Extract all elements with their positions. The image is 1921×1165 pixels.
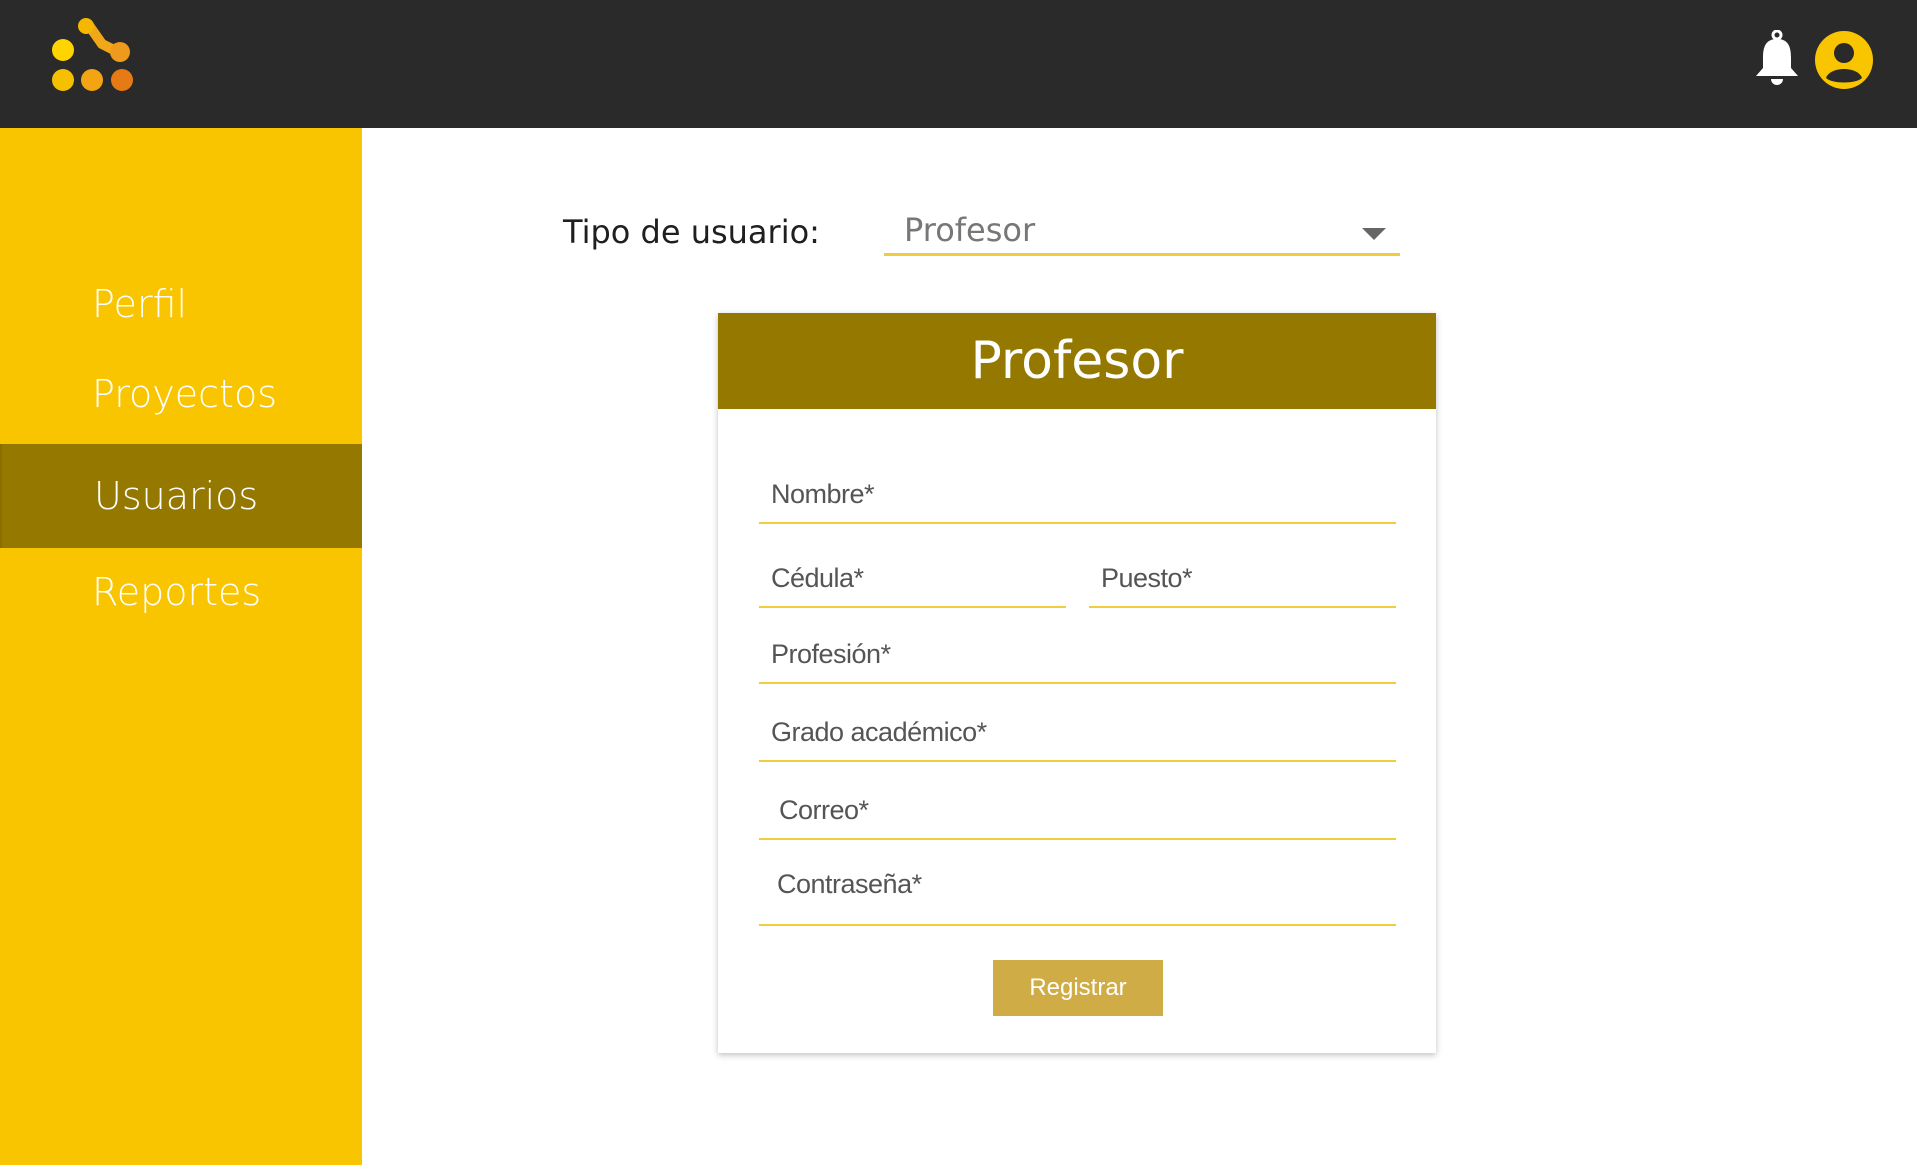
sidebar-item-label: Reportes (92, 570, 262, 614)
puesto-label: Puesto* (1101, 563, 1193, 593)
sidebar-item-reportes[interactable]: Reportes (0, 540, 362, 644)
bell-icon[interactable] (1752, 30, 1802, 86)
sidebar-item-proyectos[interactable]: Proyectos (0, 342, 362, 446)
app-logo-icon[interactable] (50, 18, 142, 106)
top-header (0, 0, 1917, 128)
user-circle-icon[interactable] (1814, 30, 1874, 90)
sidebar-item-perfil[interactable]: Perfil (0, 252, 362, 356)
app-root: Perfil Proyectos Usuarios Reportes Tipo … (0, 0, 1921, 1165)
register-button[interactable]: Registrar (993, 960, 1163, 1016)
grado-academico-label: Grado académico* (771, 717, 987, 747)
profesion-field[interactable]: Profesión* (759, 624, 1396, 684)
sidebar-item-usuarios[interactable]: Usuarios (0, 444, 362, 548)
form-title: Profesor (718, 313, 1436, 409)
user-type-selected-value: Profesor (904, 211, 1036, 249)
cedula-field[interactable]: Cédula* (759, 548, 1066, 608)
contrasena-field[interactable]: Contraseña* (759, 848, 1396, 926)
sidebar-item-label: Perfil (92, 282, 188, 326)
sidebar: Perfil Proyectos Usuarios Reportes (0, 128, 362, 1165)
cedula-label: Cédula* (771, 563, 864, 593)
grado-academico-field[interactable]: Grado académico* (759, 702, 1396, 762)
nombre-field[interactable]: Nombre* (759, 464, 1396, 524)
sidebar-item-label: Proyectos (92, 372, 277, 416)
profesion-label: Profesión* (771, 639, 891, 669)
sidebar-item-label: Usuarios (94, 474, 259, 518)
nombre-label: Nombre* (771, 479, 875, 509)
correo-label: Correo* (779, 795, 869, 825)
user-type-select[interactable]: Profesor (884, 208, 1400, 256)
correo-field[interactable]: Correo* (759, 780, 1396, 840)
contrasena-label: Contraseña* (777, 869, 922, 899)
caret-down-icon (1362, 228, 1386, 240)
puesto-field[interactable]: Puesto* (1089, 548, 1396, 608)
user-type-label: Tipo de usuario: (563, 213, 820, 251)
